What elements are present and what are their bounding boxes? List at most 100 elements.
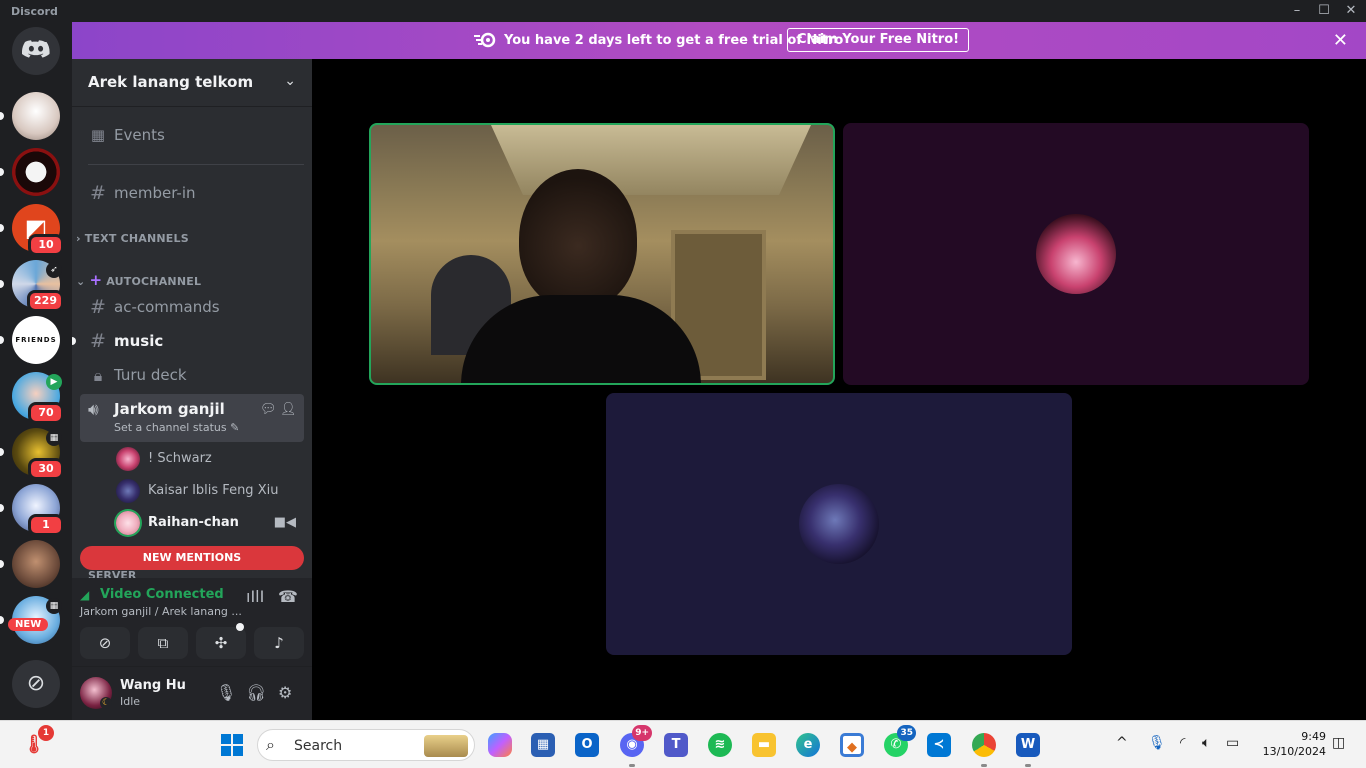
teams-icon[interactable]: T bbox=[664, 733, 688, 757]
unread-pill bbox=[0, 112, 4, 120]
close-banner-icon[interactable]: ✕ bbox=[1333, 30, 1348, 51]
discord-taskbar-icon[interactable]: ◉ 9+ bbox=[620, 725, 652, 767]
volume-icon[interactable]: 🔈︎ bbox=[1202, 735, 1210, 751]
activities-button[interactable]: ✣ bbox=[196, 623, 246, 659]
spotify-icon[interactable]: ≋ bbox=[708, 733, 732, 757]
server-icon[interactable] bbox=[0, 92, 60, 140]
server-avatar bbox=[12, 148, 60, 196]
clock-date: 13/10/2024 bbox=[1262, 745, 1326, 758]
taskbar: 🌡︎ 1 ⌕ Search ▦ O ◉ 9+ T ≋ ▬ e ◆ ✆ 35 ≺ W ^… bbox=[0, 720, 1366, 768]
close-window-button[interactable]: ✕ bbox=[1336, 2, 1366, 20]
store-icon[interactable]: ▦ bbox=[531, 733, 555, 757]
channel-music[interactable]: # music bbox=[72, 325, 304, 357]
microphone-icon[interactable]: 🎙︎ bbox=[1148, 735, 1166, 751]
camera-off-button[interactable]: ⊘ bbox=[80, 627, 130, 659]
channel-member-in[interactable]: # member-in bbox=[80, 177, 304, 209]
server-icon[interactable]: ➶ 229 bbox=[0, 260, 64, 312]
noise-suppression-icon[interactable]: ıIlI bbox=[246, 587, 264, 606]
claim-nitro-button[interactable]: Claim Your Free Nitro! bbox=[787, 28, 970, 52]
taskbar-search[interactable]: ⌕ Search bbox=[257, 729, 475, 761]
invite-user-icon[interactable]: 👤︎ bbox=[280, 402, 297, 417]
user-status: Idle bbox=[120, 695, 141, 708]
notification-badge: 1 bbox=[38, 725, 54, 741]
voice-user[interactable]: Raihan-chan ■◀ bbox=[116, 509, 304, 537]
soundboard-button[interactable]: ♪ bbox=[254, 627, 304, 659]
category-label: AUTOCHANNEL bbox=[106, 275, 202, 288]
server-avatar bbox=[12, 92, 60, 140]
file-explorer-icon[interactable]: ▬ bbox=[752, 733, 776, 757]
battery-icon[interactable]: ▭ bbox=[1226, 735, 1239, 751]
voice-user[interactable]: Kaisar Iblis Feng Xiu bbox=[116, 477, 304, 505]
chat-icon[interactable]: 💬︎ bbox=[260, 402, 277, 417]
disconnect-icon[interactable]: ☎︎ bbox=[278, 587, 298, 606]
app-name: Discord bbox=[11, 5, 58, 18]
voice-state[interactable]: Video Connected bbox=[100, 587, 224, 602]
channel-ac-commands[interactable]: # ac-commands bbox=[80, 291, 304, 323]
vscode-icon[interactable]: ≺ bbox=[927, 733, 951, 757]
server-icon[interactable]: ◩ 10 bbox=[0, 204, 64, 256]
voice-channel-jarkom-ganjil[interactable]: 🔊︎ Jarkom ganjil Set a channel status ✎ … bbox=[80, 394, 304, 442]
gear-icon[interactable]: ⚙ bbox=[278, 683, 292, 702]
windows-icon bbox=[221, 734, 243, 756]
avatar bbox=[116, 479, 140, 503]
outlook-icon[interactable]: O bbox=[575, 733, 599, 757]
wifi-icon[interactable]: ◜ bbox=[1180, 735, 1185, 751]
chrome-icon[interactable] bbox=[972, 733, 996, 767]
compass-icon: ⊘ bbox=[12, 660, 60, 708]
calendar-icon: ▦ bbox=[46, 430, 62, 446]
category-server[interactable]: SERVER bbox=[88, 569, 136, 578]
avatar bbox=[116, 447, 140, 471]
mention-badge: 70 bbox=[28, 402, 64, 424]
start-button[interactable] bbox=[220, 733, 244, 757]
server-icon[interactable]: ▶ 70 bbox=[12, 372, 64, 424]
server-icon[interactable]: ▦ NEW bbox=[0, 596, 62, 644]
events-item[interactable]: ▦ Events bbox=[80, 119, 304, 151]
server-icon[interactable] bbox=[0, 148, 60, 196]
chevron-up-icon[interactable]: ^ bbox=[1116, 735, 1128, 751]
minimize-button[interactable]: – bbox=[1282, 2, 1312, 20]
screen-share-button[interactable]: ⧉ bbox=[138, 627, 188, 659]
channel-status[interactable]: Set a channel status ✎ bbox=[114, 421, 239, 434]
video-tile-camera[interactable] bbox=[369, 123, 835, 385]
copilot-icon[interactable] bbox=[488, 733, 512, 757]
server-icon[interactable]: FRIENDS bbox=[0, 316, 60, 364]
video-tile-user[interactable] bbox=[606, 393, 1072, 655]
microphone-icon[interactable]: 🎙︎ bbox=[216, 683, 236, 702]
discover-button[interactable]: ⊘ bbox=[12, 660, 60, 708]
unread-pill bbox=[0, 560, 4, 568]
lock-icon: 🔒︎ bbox=[93, 366, 103, 385]
hashtag-icon: # bbox=[90, 330, 106, 352]
voice-connection-panel: ◢ Video Connected Jarkom ganjil / Arek l… bbox=[72, 578, 312, 667]
server-icon[interactable]: 1 bbox=[0, 484, 64, 536]
whatsapp-icon[interactable]: ✆ 35 bbox=[884, 725, 916, 757]
new-mentions-button[interactable]: NEW MENTIONS bbox=[80, 546, 304, 570]
channel-turu-deck[interactable]: 🔒︎ Turu deck bbox=[80, 359, 304, 391]
server-header[interactable]: Arek lanang telkom ⌄ bbox=[72, 59, 312, 107]
server-rail: ◩ 10 ➶ 229 FRIENDS ▶ 70 ▦ 30 1 ▦ NEW ⊘ bbox=[0, 22, 72, 720]
edge-icon[interactable]: e bbox=[796, 733, 820, 757]
server-icon[interactable]: ▦ 30 bbox=[0, 428, 64, 480]
maximize-button[interactable]: ☐ bbox=[1309, 2, 1339, 20]
username[interactable]: Wang Hu bbox=[120, 678, 186, 693]
voice-location[interactable]: Jarkom ganjil / Arek lanang ... bbox=[80, 605, 242, 618]
running-indicator bbox=[1025, 764, 1031, 767]
camera-off-icon: ⊘ bbox=[98, 634, 112, 652]
category-text-channels[interactable]: › TEXT CHANNELS bbox=[76, 232, 189, 245]
app-hexagon-icon[interactable]: ◆ bbox=[840, 733, 864, 757]
word-icon[interactable]: W bbox=[1016, 733, 1040, 767]
nitro-banner: You have 2 days left to get a free trial… bbox=[72, 22, 1366, 59]
voice-user-name: Raihan-chan bbox=[148, 515, 239, 530]
video-icon: ▶ bbox=[46, 374, 62, 390]
category-autochannel[interactable]: ⌄ + AUTOCHANNEL bbox=[76, 271, 201, 289]
server-icon[interactable] bbox=[0, 540, 60, 588]
home-button[interactable] bbox=[12, 27, 60, 75]
voice-user[interactable]: ! Schwarz bbox=[116, 445, 304, 473]
thermometer-icon[interactable]: 🌡︎ 1 bbox=[22, 725, 54, 757]
plus-icon: + bbox=[89, 271, 103, 289]
discord-window: Discord – ☐ ✕ ◩ 10 ➶ 229 FRIENDS ▶ 70 ▦ … bbox=[0, 0, 1366, 768]
title-bar: Discord – ☐ ✕ bbox=[0, 0, 1366, 22]
clock[interactable]: 9:49 13/10/2024 bbox=[1256, 729, 1326, 759]
video-tile-user[interactable] bbox=[843, 123, 1309, 385]
notification-center-icon[interactable]: ◫ bbox=[1332, 735, 1345, 751]
headphones-icon[interactable]: 🎧︎ bbox=[246, 683, 266, 702]
